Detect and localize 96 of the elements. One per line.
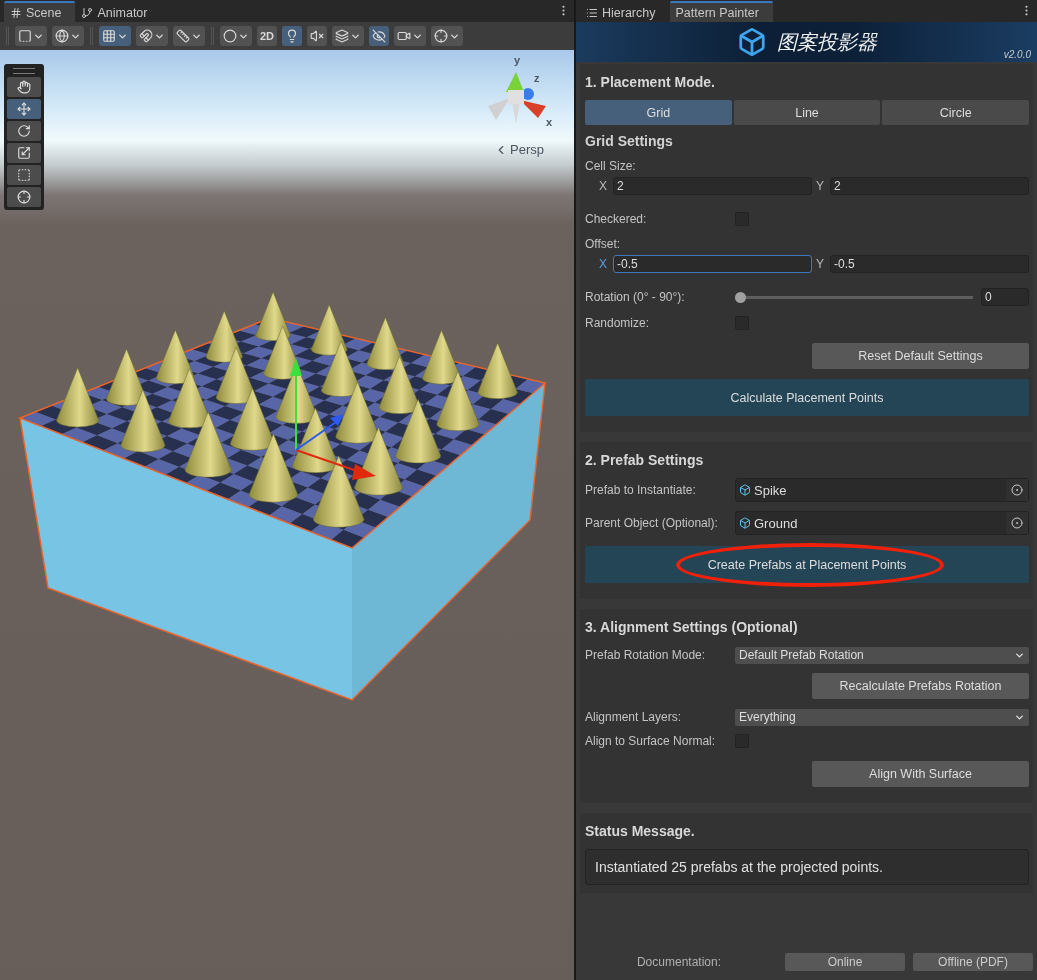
toolbar-button[interactable] <box>431 26 464 46</box>
axis-label: y <box>514 54 521 66</box>
hand-icon <box>17 80 31 94</box>
rotate-icon <box>17 124 31 138</box>
tool-button[interactable] <box>7 77 41 97</box>
toolbar-button[interactable] <box>99 26 131 46</box>
list-icon <box>586 6 598 19</box>
toolbar-button[interactable] <box>394 26 427 46</box>
target-icon[interactable] <box>1011 484 1023 496</box>
toolbar-button[interactable] <box>307 26 328 46</box>
number-field[interactable]: -0.5 <box>830 255 1029 273</box>
magnet-icon <box>139 29 153 43</box>
object-field[interactable]: Spike <box>735 478 1029 502</box>
grid-icon <box>10 6 22 19</box>
field-label: Parent Object (Optional): <box>585 516 719 530</box>
documentation-button[interactable]: Offline (PDF) <box>913 953 1033 971</box>
dropdown[interactable]: Default Prefab Rotation <box>735 646 1029 664</box>
section-title: 3. Alignment Settings (Optional) <box>585 619 799 635</box>
scale-icon <box>17 146 31 160</box>
action-button[interactable]: Create Prefabs at Placement Points <box>585 546 1029 583</box>
field-label: Prefab Rotation Mode: <box>585 648 707 662</box>
section-title: 1. Placement Mode. <box>585 74 716 90</box>
toolbar-button[interactable] <box>136 26 168 46</box>
number-field[interactable]: 2 <box>613 177 812 195</box>
panel-tab[interactable]: Pattern Painter <box>669 1 773 22</box>
cube-icon <box>739 517 751 529</box>
toolbar-button[interactable] <box>220 26 252 46</box>
tool-button[interactable] <box>7 121 41 141</box>
orientation-gizmo-drawing[interactable] <box>488 72 546 124</box>
field-label: Prefab to Instantiate: <box>585 483 697 497</box>
tool-button[interactable] <box>7 165 41 185</box>
tool-button[interactable] <box>7 143 41 163</box>
mode-tab[interactable]: Line <box>733 100 881 125</box>
action-button[interactable]: Calculate Placement Points <box>585 379 1029 416</box>
move-arrows-icon <box>17 102 31 116</box>
mode-tab[interactable]: Circle <box>882 100 1029 125</box>
muted-speaker-icon <box>310 29 325 43</box>
panel-tab[interactable]: Scene <box>4 1 76 22</box>
toolbar-button[interactable] <box>15 26 47 46</box>
tool-button[interactable] <box>7 99 41 119</box>
field-label: Randomize: <box>585 316 651 330</box>
documentation-label: Documentation: <box>635 955 722 969</box>
branch-icon <box>81 6 94 19</box>
field-label: Align to Surface Normal: <box>585 734 717 748</box>
field-label: Checkered: <box>585 212 648 226</box>
crosshair-icon <box>17 190 31 204</box>
projection-label[interactable]: Persp <box>510 142 544 157</box>
action-button[interactable]: Align With Surface <box>812 761 1029 787</box>
tool-title: 图案投影器 <box>776 29 877 55</box>
axis-label: Y <box>816 257 825 271</box>
eye-off-icon <box>372 29 387 43</box>
toolbar-button[interactable] <box>332 26 365 46</box>
gizmo-rect-icon <box>18 29 32 43</box>
toolbar-button[interactable] <box>282 26 303 46</box>
field-label: Cell Size: <box>585 159 637 173</box>
ruler-icon <box>176 29 190 43</box>
cube-logo-icon <box>736 27 767 57</box>
camera-icon <box>397 29 412 43</box>
subsection-title: Grid Settings <box>585 133 674 149</box>
field-label: Offset: <box>585 237 622 251</box>
number-field[interactable]: -0.5 <box>613 255 812 273</box>
number-field[interactable]: 0 <box>981 288 1029 306</box>
section-title: Status Message. <box>585 823 696 839</box>
dashed-rect-icon <box>17 168 31 182</box>
field-label: Rotation (0° - 90°): <box>585 290 686 304</box>
toolbar-button[interactable] <box>173 26 205 46</box>
mode-tab[interactable]: Grid <box>585 100 732 125</box>
object-field[interactable]: Ground <box>735 511 1029 535</box>
grid-icon <box>102 29 116 43</box>
status-message: Instantiated 25 prefabs at the projected points. <box>585 849 1029 885</box>
axis-label: X <box>599 257 608 271</box>
dropdown[interactable]: Everything <box>735 708 1029 726</box>
number-field[interactable]: 2 <box>830 177 1029 195</box>
documentation-button[interactable]: Online <box>785 953 905 971</box>
tool-button[interactable] <box>7 187 41 207</box>
axis-label: x <box>546 116 553 128</box>
toolbar-button[interactable] <box>369 26 390 46</box>
axis-label: Y <box>816 179 825 193</box>
axis-label: X <box>599 179 608 193</box>
panel-tab[interactable]: Hierarchy <box>580 1 670 22</box>
panel-tab[interactable]: Animator <box>75 1 162 22</box>
circle-icon <box>223 29 237 43</box>
action-button[interactable]: Reset Default Settings <box>812 343 1029 369</box>
globe-icon <box>55 29 69 43</box>
version-label: v2.0.0 <box>1003 49 1031 60</box>
mode-2d-button[interactable]: 2D <box>257 26 278 46</box>
toolbar-button[interactable] <box>52 26 84 46</box>
section-title: 2. Prefab Settings <box>585 452 705 468</box>
axis-label: z <box>534 72 540 84</box>
action-button[interactable]: Recalculate Prefabs Rotation <box>812 673 1029 699</box>
field-label: Alignment Layers: <box>585 710 683 724</box>
layers-icon <box>335 29 350 43</box>
cube-icon <box>739 484 751 496</box>
slider-thumb[interactable] <box>735 291 746 303</box>
target-icon[interactable] <box>1011 517 1023 529</box>
crosshair-icon <box>434 29 449 43</box>
